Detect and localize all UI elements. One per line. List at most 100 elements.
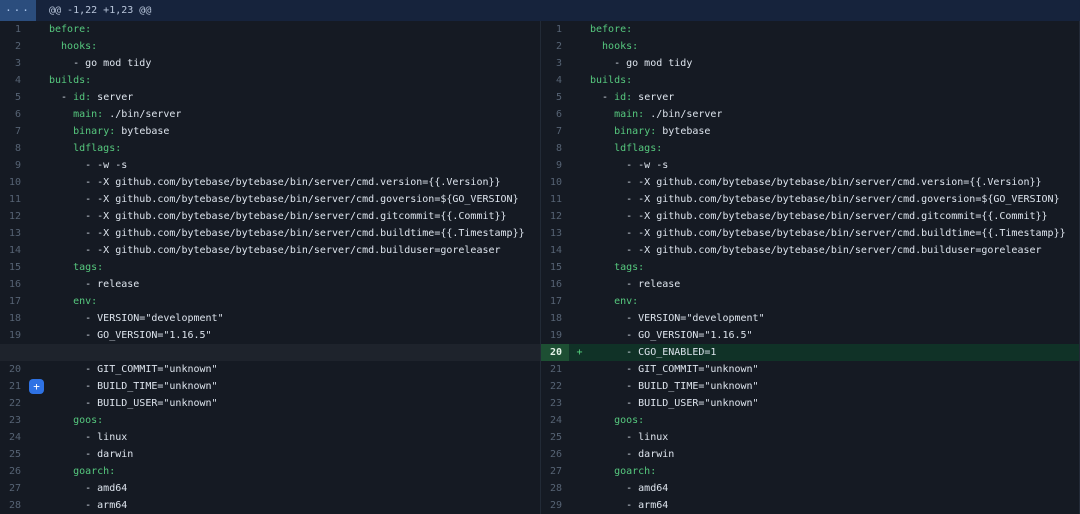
line-number[interactable]: 27 bbox=[0, 480, 28, 497]
diff-sign-icon bbox=[28, 89, 49, 106]
diff-sign-icon bbox=[28, 106, 49, 123]
line-number[interactable]: 5 bbox=[541, 89, 569, 106]
line-number[interactable]: 4 bbox=[541, 72, 569, 89]
yaml-text: ./bin/server bbox=[644, 109, 722, 120]
code-line: - darwin bbox=[590, 446, 674, 463]
line-number[interactable]: 29 bbox=[541, 497, 569, 514]
line-number[interactable]: 6 bbox=[541, 106, 569, 123]
line-number[interactable]: 25 bbox=[0, 446, 28, 463]
line-number[interactable]: 18 bbox=[541, 310, 569, 327]
line-number[interactable]: 10 bbox=[541, 174, 569, 191]
line-number[interactable]: 11 bbox=[0, 191, 28, 208]
line-number[interactable]: 7 bbox=[0, 123, 28, 140]
diff-sign-icon bbox=[569, 123, 590, 140]
diff-pane-new: 1 before: 2 hooks: 3 - go mod tidy 4 bui… bbox=[540, 21, 1080, 514]
diff-sign-icon bbox=[569, 327, 590, 344]
yaml-text: - darwin bbox=[49, 449, 133, 460]
line-number[interactable]: 2 bbox=[541, 38, 569, 55]
diff-sign-icon bbox=[569, 293, 590, 310]
diff-sign-icon bbox=[28, 480, 49, 497]
yaml-text: - GO_VERSION="1.16.5" bbox=[590, 330, 753, 341]
yaml-text: - GO_VERSION="1.16.5" bbox=[49, 330, 212, 341]
line-number[interactable]: 24 bbox=[0, 429, 28, 446]
yaml-text: - go mod tidy bbox=[49, 58, 151, 69]
line-number[interactable]: 13 bbox=[541, 225, 569, 242]
code-line: before: bbox=[590, 21, 632, 38]
diff-row: 2 hooks: bbox=[0, 38, 540, 55]
yaml-text bbox=[590, 109, 614, 120]
diff-sign-icon bbox=[28, 276, 49, 293]
line-number[interactable]: 3 bbox=[541, 55, 569, 72]
line-number[interactable] bbox=[0, 344, 28, 361]
line-number[interactable]: 17 bbox=[541, 293, 569, 310]
line-number[interactable]: 18 bbox=[0, 310, 28, 327]
line-number[interactable]: 21 bbox=[0, 378, 28, 395]
line-number[interactable]: 28 bbox=[541, 480, 569, 497]
line-number[interactable]: 26 bbox=[541, 446, 569, 463]
line-number[interactable]: 22 bbox=[541, 378, 569, 395]
line-number[interactable]: 14 bbox=[541, 242, 569, 259]
line-number[interactable]: 10 bbox=[0, 174, 28, 191]
diff-row: 6 main: ./bin/server bbox=[0, 106, 540, 123]
diff-sign-icon: + bbox=[569, 344, 590, 361]
line-number[interactable]: 6 bbox=[0, 106, 28, 123]
diff-sign-icon bbox=[569, 55, 590, 72]
yaml-text: - -X github.com/bytebase/bytebase/bin/se… bbox=[590, 228, 1066, 239]
line-number[interactable]: 27 bbox=[541, 463, 569, 480]
code-line: goos: bbox=[590, 412, 644, 429]
line-number[interactable]: 15 bbox=[0, 259, 28, 276]
line-number[interactable]: 8 bbox=[0, 140, 28, 157]
line-number[interactable]: 9 bbox=[0, 157, 28, 174]
line-number[interactable]: 3 bbox=[0, 55, 28, 72]
line-number[interactable]: 12 bbox=[541, 208, 569, 225]
diff-sign-icon bbox=[569, 497, 590, 514]
diff-row: 24 - linux bbox=[0, 429, 540, 446]
diff-row: 24 goos: bbox=[541, 412, 1080, 429]
expand-context-button[interactable]: ··· bbox=[0, 0, 36, 21]
yaml-text: - -X github.com/bytebase/bytebase/bin/se… bbox=[590, 194, 1060, 205]
line-number[interactable]: 16 bbox=[0, 276, 28, 293]
line-number[interactable]: 19 bbox=[0, 327, 28, 344]
line-number[interactable]: 15 bbox=[541, 259, 569, 276]
line-number[interactable]: 23 bbox=[0, 412, 28, 429]
line-number[interactable]: 25 bbox=[541, 429, 569, 446]
line-number[interactable]: 1 bbox=[0, 21, 28, 38]
line-number[interactable]: 7 bbox=[541, 123, 569, 140]
line-number[interactable]: 20 bbox=[541, 344, 569, 361]
yaml-key: id: bbox=[73, 92, 91, 103]
diff-row: 3 - go mod tidy bbox=[541, 55, 1080, 72]
diff-sign-icon bbox=[28, 429, 49, 446]
code-line: builds: bbox=[49, 72, 91, 89]
diff-row: 15 tags: bbox=[0, 259, 540, 276]
line-number[interactable]: 11 bbox=[541, 191, 569, 208]
line-number[interactable]: 26 bbox=[0, 463, 28, 480]
line-number[interactable]: 8 bbox=[541, 140, 569, 157]
line-number[interactable]: 4 bbox=[0, 72, 28, 89]
line-number[interactable]: 23 bbox=[541, 395, 569, 412]
diff-sign-icon bbox=[28, 55, 49, 72]
line-number[interactable]: 17 bbox=[0, 293, 28, 310]
diff-row: 23 goos: bbox=[0, 412, 540, 429]
line-number[interactable]: 19 bbox=[541, 327, 569, 344]
line-number[interactable]: 22 bbox=[0, 395, 28, 412]
line-number[interactable]: 9 bbox=[541, 157, 569, 174]
line-number[interactable]: 20 bbox=[0, 361, 28, 378]
line-number[interactable]: 24 bbox=[541, 412, 569, 429]
diff-sign-icon bbox=[28, 123, 49, 140]
line-number[interactable]: 5 bbox=[0, 89, 28, 106]
line-number[interactable]: 13 bbox=[0, 225, 28, 242]
line-number[interactable]: 16 bbox=[541, 276, 569, 293]
code-line: tags: bbox=[590, 259, 644, 276]
diff-row: 21 - BUILD_TIME="unknown" + bbox=[0, 378, 540, 395]
line-number[interactable]: 21 bbox=[541, 361, 569, 378]
line-number[interactable]: 1 bbox=[541, 21, 569, 38]
code-line: - -X github.com/bytebase/bytebase/bin/se… bbox=[49, 191, 519, 208]
line-number[interactable]: 14 bbox=[0, 242, 28, 259]
line-number[interactable]: 28 bbox=[0, 497, 28, 514]
yaml-text: - arm64 bbox=[49, 500, 127, 511]
line-number[interactable]: 2 bbox=[0, 38, 28, 55]
diff-row: 14 - -X github.com/bytebase/bytebase/bin… bbox=[541, 242, 1080, 259]
add-comment-button[interactable]: + bbox=[29, 379, 44, 394]
diff-sign-icon bbox=[569, 429, 590, 446]
line-number[interactable]: 12 bbox=[0, 208, 28, 225]
